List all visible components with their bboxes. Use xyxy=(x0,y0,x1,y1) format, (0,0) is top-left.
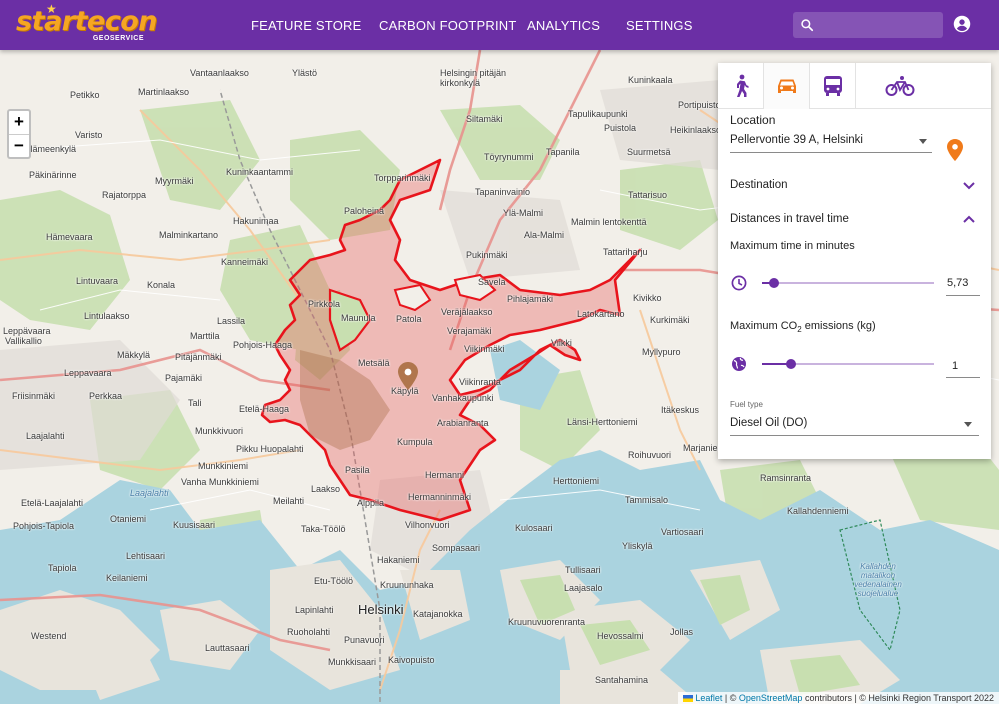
location-dropdown-arrow-icon[interactable] xyxy=(919,139,927,144)
travel-mode-tabs xyxy=(718,63,991,109)
place-marker-icon[interactable] xyxy=(947,139,963,161)
fuel-type-select[interactable]: Diesel Oil (DO) xyxy=(730,417,807,429)
walk-icon xyxy=(736,74,748,97)
ukraine-flag-icon xyxy=(682,695,693,703)
fuel-type-underline xyxy=(730,435,979,436)
location-label: Location xyxy=(730,113,776,127)
fuel-type-label: Fuel type xyxy=(730,400,763,409)
mode-bike-button[interactable] xyxy=(856,63,943,109)
car-icon xyxy=(777,79,796,93)
logo-text: startecon xyxy=(16,6,158,37)
max-time-label: Maximum time in minutes xyxy=(730,240,855,252)
attribution-copy: © xyxy=(729,693,737,703)
max-co2-value[interactable]: 1 xyxy=(952,360,958,372)
bike-icon xyxy=(885,76,914,96)
nav-carbon-footprint-label[interactable]: CARBON FOOTPRINT xyxy=(379,18,517,33)
attribution-text: contributors | © Helsinki Region Transpo… xyxy=(804,693,994,703)
zoom-controls: + − xyxy=(7,109,31,159)
account-circle-icon[interactable] xyxy=(953,15,971,33)
mode-bus-button[interactable] xyxy=(810,63,856,109)
nav-carbon-footprint[interactable]: CARBON FOOTPRINT xyxy=(379,0,517,50)
max-co2-label-pre: Maximum CO xyxy=(730,320,798,332)
search-icon xyxy=(801,19,814,32)
openstreetmap-link[interactable]: OpenStreetMap xyxy=(739,693,803,703)
max-co2-label-post: emissions (kg) xyxy=(801,320,876,332)
clock-icon xyxy=(731,275,747,291)
zoom-out-button[interactable]: − xyxy=(9,134,29,157)
location-underline xyxy=(730,152,932,153)
leaflet-link[interactable]: Leaflet xyxy=(695,693,722,703)
mode-car-button[interactable] xyxy=(764,63,810,109)
max-co2-label: Maximum CO2 emissions (kg) xyxy=(730,320,876,334)
nav-feature-store[interactable]: FEATURE STORE xyxy=(251,0,361,50)
search-input[interactable] xyxy=(822,18,932,32)
nav-settings-label[interactable]: SETTINGS xyxy=(626,18,693,33)
nav-analytics-label[interactable]: ANALYTICS xyxy=(527,18,600,33)
bus-icon xyxy=(823,76,842,96)
globe-icon xyxy=(732,357,746,371)
max-co2-slider-thumb[interactable] xyxy=(786,359,796,369)
map-attribution: Leaflet | © OpenStreetMap contributors |… xyxy=(677,692,999,704)
attribution-sep: | xyxy=(724,693,728,703)
location-input[interactable]: Pellervontie 39 A, Helsinki xyxy=(730,134,863,146)
max-co2-value-underline xyxy=(946,377,980,378)
max-time-value[interactable]: 5,73 xyxy=(947,277,968,289)
nav-settings[interactable]: SETTINGS xyxy=(626,0,693,50)
distances-header[interactable]: Distances in travel time xyxy=(730,213,849,225)
route-settings-panel: Location Pellervontie 39 A, Helsinki Des… xyxy=(718,63,991,459)
nav-analytics[interactable]: ANALYTICS xyxy=(527,0,600,50)
app-header: ★ startecon GEOSERVICE FEATURE STORE CAR… xyxy=(0,0,999,50)
fuel-type-dropdown-arrow-icon[interactable] xyxy=(964,422,972,427)
startecon-logo[interactable]: ★ startecon GEOSERVICE xyxy=(16,2,158,44)
max-time-slider-rail[interactable] xyxy=(762,282,934,284)
distances-chevron-up-icon[interactable] xyxy=(963,215,975,223)
destination-chevron-down-icon[interactable] xyxy=(963,182,975,190)
zoom-in-button[interactable]: + xyxy=(9,111,29,134)
search-box[interactable] xyxy=(793,12,943,38)
mode-walk-button[interactable] xyxy=(718,63,764,109)
destination-header[interactable]: Destination xyxy=(730,179,788,191)
max-time-value-underline xyxy=(946,295,980,296)
max-time-slider-thumb[interactable] xyxy=(769,278,779,288)
logo-subtitle: GEOSERVICE xyxy=(92,35,144,42)
location-marker-icon[interactable] xyxy=(398,362,418,390)
nav-feature-store-label[interactable]: FEATURE STORE xyxy=(251,18,361,33)
